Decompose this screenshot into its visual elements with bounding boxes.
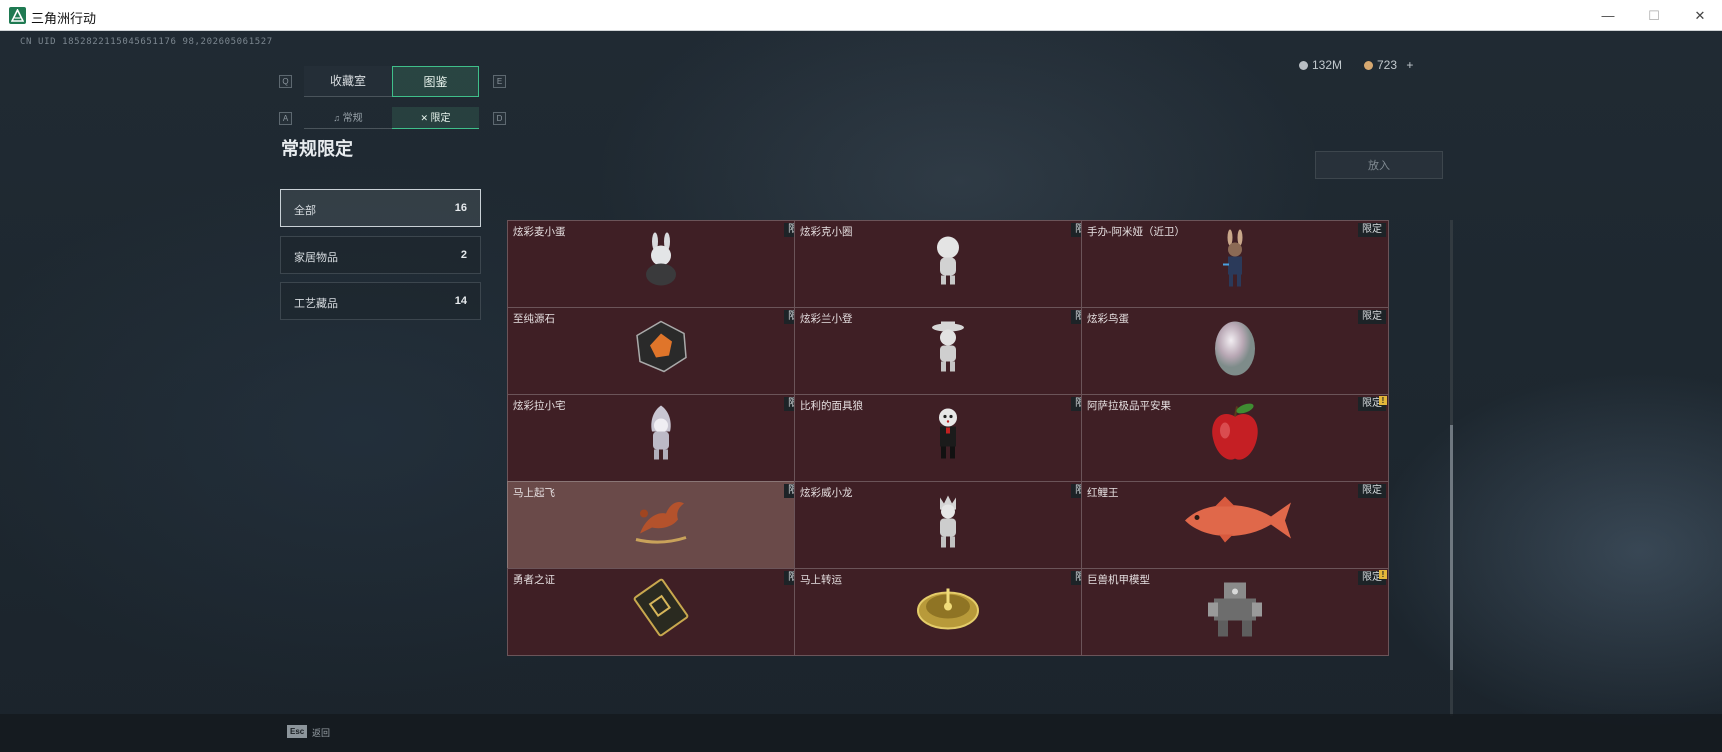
category-label: 全部 [294, 205, 316, 217]
item-card[interactable]: 炫彩威小龙限定 [794, 481, 1102, 569]
limited-tag: 限定 [1358, 484, 1386, 498]
currency-secondary: 723 + [1364, 58, 1413, 72]
mech-model-icon [1204, 577, 1266, 644]
put-in-button[interactable]: 放入 [1315, 151, 1443, 179]
tab-catalog[interactable]: 图鉴 [392, 66, 479, 97]
currency-primary: 132M [1299, 58, 1342, 72]
item-name: 至纯源石 [513, 313, 555, 325]
minimize-button[interactable]: — [1585, 0, 1631, 31]
currency-secondary-value: 723 [1377, 58, 1398, 72]
tab-collection[interactable]: 收藏室 [304, 66, 392, 97]
app-logo-icon [9, 7, 26, 24]
gold-coin-icon [1364, 61, 1373, 70]
egg-icon [1212, 317, 1258, 382]
limited-tag: 限定 [1358, 223, 1386, 237]
item-name: 勇者之证 [513, 574, 555, 586]
bottom-bar: Esc 返回 [0, 714, 1722, 752]
category-count: 14 [454, 295, 467, 307]
subtab-limited-label: 限定 [430, 113, 451, 124]
title-bar: 三角洲行动 — ☐ ✕ [0, 0, 1722, 31]
item-name: 手办-阿米娅（近卫） [1087, 226, 1185, 238]
esc-key[interactable]: Esc [287, 725, 308, 738]
girl-figure-icon [930, 234, 966, 291]
back-label[interactable]: 返回 [312, 726, 330, 739]
item-name: 炫彩麦小蛋 [513, 226, 566, 238]
gold-card-icon [632, 578, 690, 642]
grid-scrollbar[interactable] [1450, 220, 1453, 716]
subtab-regular-label: 常规 [342, 113, 363, 124]
item-card[interactable]: 炫彩麦小蛋限定 [507, 220, 815, 308]
red-apple-icon [1207, 403, 1263, 470]
bronze-horse-icon [630, 494, 692, 553]
item-grid: 炫彩麦小蛋限定炫彩克小圈限定手办-阿米娅（近卫）限定至纯源石限定!炫彩兰小登限定… [507, 220, 1444, 716]
item-card[interactable]: 巨兽机甲模型 限定! [1081, 568, 1389, 656]
item-card[interactable]: 红鲤王 限定 [1081, 481, 1389, 569]
category-craft[interactable]: 工艺藏品 14 [280, 282, 481, 320]
regular-icon: ♫ [333, 113, 343, 123]
rabbit-egg-figure-icon [641, 232, 681, 293]
category-label: 工艺藏品 [294, 298, 338, 310]
subtab-prev-key: A [279, 112, 292, 125]
category-label: 家居物品 [294, 252, 338, 264]
close-button[interactable]: ✕ [1677, 0, 1722, 31]
category-count: 2 [460, 249, 467, 261]
puppet-figure-icon [933, 407, 963, 466]
item-name: 马上起飞 [513, 487, 555, 499]
window-title: 三角洲行动 [31, 11, 97, 26]
item-card[interactable]: 炫彩拉小宅限定! [507, 394, 815, 482]
item-name: 比利的面具狼 [800, 400, 863, 412]
hooded-figure-icon [644, 404, 678, 469]
item-card[interactable]: 勇者之证限定 [507, 568, 815, 656]
item-name: 炫彩鸟蛋 [1087, 313, 1129, 325]
subtab-regular[interactable]: ♫ 常规 [304, 107, 392, 129]
item-name: 炫彩克小圈 [800, 226, 853, 238]
item-card[interactable]: 至纯源石限定! [507, 307, 815, 395]
sombrero-figure-icon [930, 320, 966, 379]
item-card[interactable]: 马上起飞限定 [507, 481, 815, 569]
item-name: 红鲤王 [1087, 487, 1119, 499]
item-card[interactable]: 炫彩克小圈限定 [794, 220, 1102, 308]
item-card[interactable]: 阿萨拉极品平安果 限定! [1081, 394, 1389, 482]
new-mark-icon: ! [1379, 570, 1387, 579]
maximize-button[interactable]: ☐ [1631, 0, 1677, 31]
item-name: 阿萨拉极品平安果 [1087, 400, 1171, 412]
amiya-figure-icon [1220, 229, 1250, 295]
item-card[interactable]: 炫彩鸟蛋 限定 [1081, 307, 1389, 395]
item-card[interactable]: 手办-阿米娅（近卫） 限定 [1081, 220, 1389, 308]
limited-tag: 限定 [1358, 310, 1386, 324]
subtab-limited[interactable]: ✕ 限定 [392, 107, 479, 129]
red-carp-icon [1175, 495, 1295, 552]
game-window: 三角洲行动 — ☐ ✕ CN UID 1852822115045651176 9… [0, 0, 1722, 752]
limited-icon: ✕ [420, 113, 431, 123]
category-count: 16 [454, 202, 467, 214]
item-name: 炫彩兰小登 [800, 313, 853, 325]
orange-crystal-icon [634, 320, 688, 379]
item-name: 马上转运 [800, 574, 842, 586]
category-home[interactable]: 家居物品 2 [280, 236, 481, 274]
gold-compass-icon [916, 583, 980, 638]
subtab-next-key: D [493, 112, 506, 125]
add-currency-button[interactable]: + [1406, 58, 1413, 72]
category-all[interactable]: 全部 16 [280, 189, 481, 227]
tab-prev-key: Q [279, 75, 292, 88]
item-card[interactable]: 比利的面具狼限定! [794, 394, 1102, 482]
game-area: CN UID 1852822115045651176 98,2026050615… [0, 31, 1722, 752]
section-title: 常规限定 [281, 139, 353, 159]
currency-primary-value: 132M [1312, 58, 1343, 72]
item-name: 巨兽机甲模型 [1087, 574, 1150, 586]
scrollbar-thumb[interactable] [1450, 425, 1453, 670]
dragon-figure-icon [932, 492, 964, 555]
tab-next-key: E [493, 75, 506, 88]
new-mark-icon: ! [1379, 396, 1387, 405]
item-name: 炫彩威小龙 [800, 487, 853, 499]
item-name: 炫彩拉小宅 [513, 400, 566, 412]
item-card[interactable]: 炫彩兰小登限定 [794, 307, 1102, 395]
uid-text: CN UID 1852822115045651176 98,2026050615… [20, 37, 273, 47]
item-card[interactable]: 马上转运限定 [794, 568, 1102, 656]
silver-coin-icon [1299, 61, 1308, 70]
